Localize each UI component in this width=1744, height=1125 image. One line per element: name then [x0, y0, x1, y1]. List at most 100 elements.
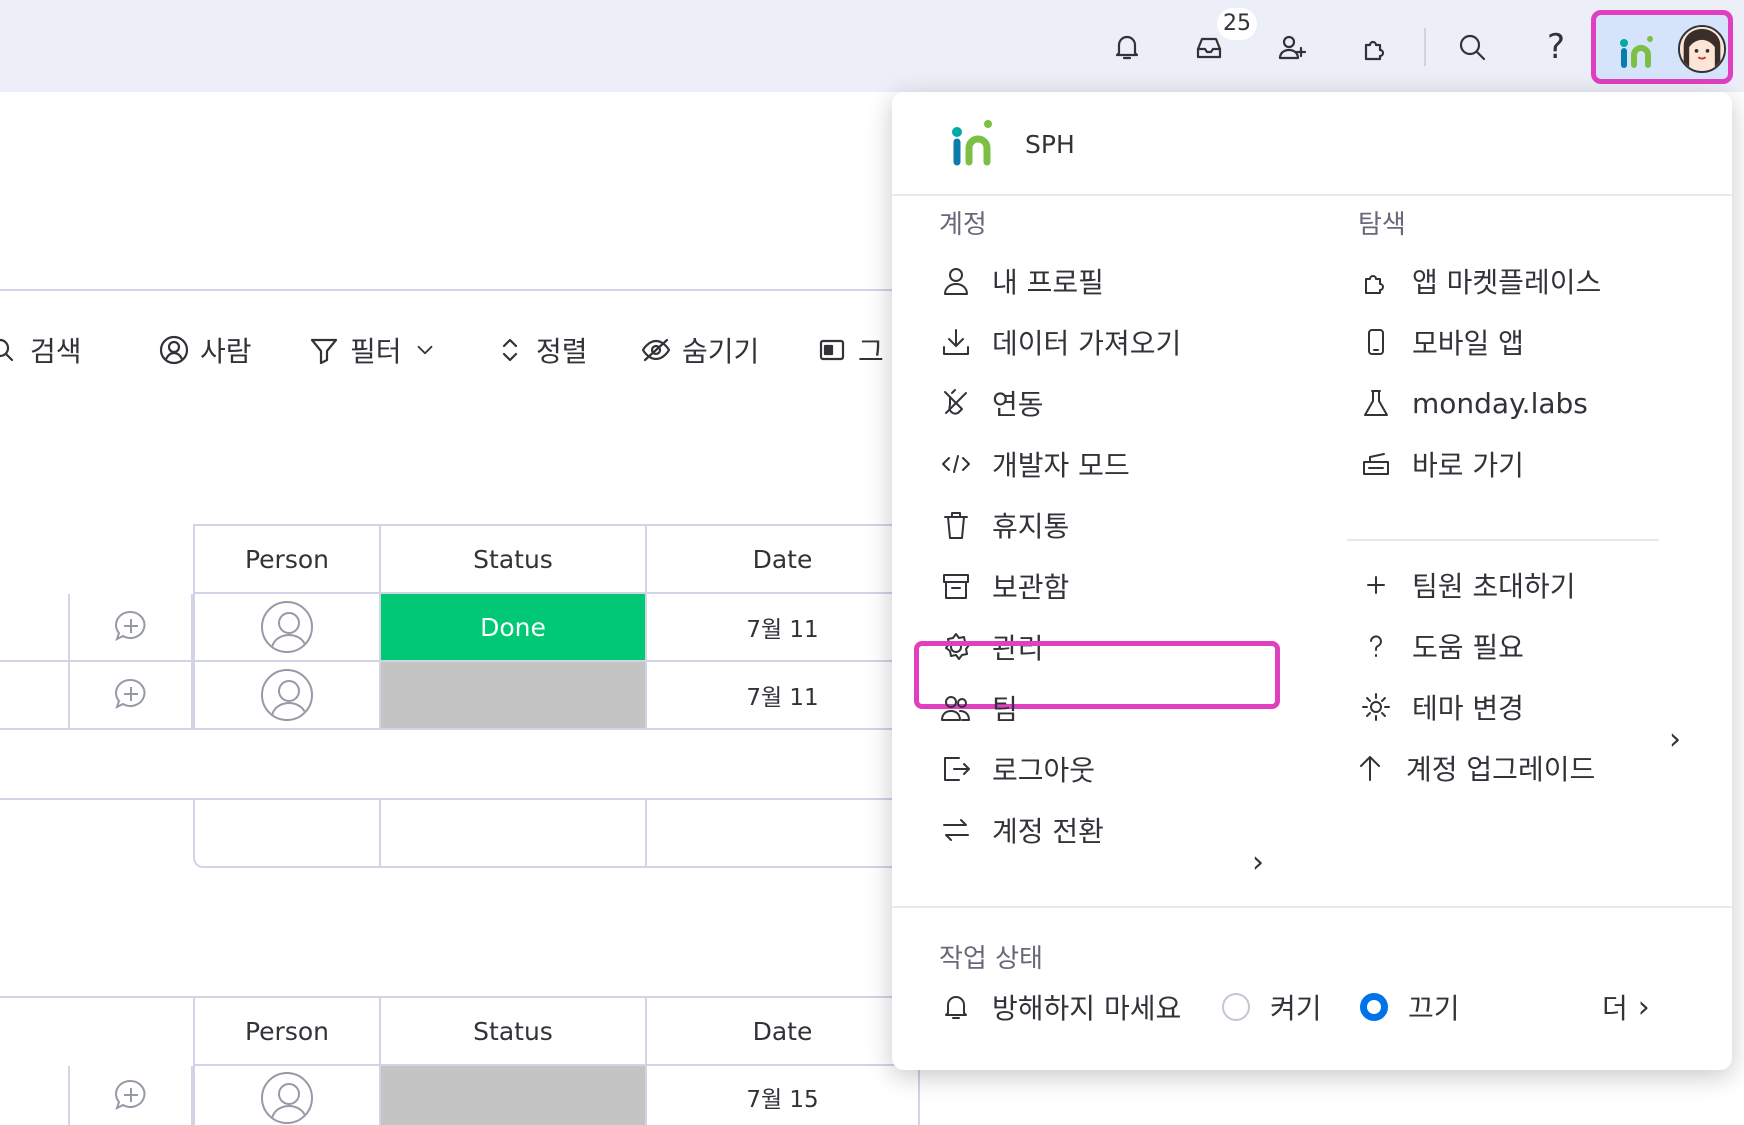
table-row-name-cell[interactable]: [0, 662, 70, 730]
menu-item-logout[interactable]: 로그아웃: [938, 744, 1095, 794]
menu-item-label: 보관함: [992, 571, 1070, 604]
switch-icon: [943, 819, 969, 841]
board-table-2: Person Status Date 7월 15: [0, 996, 920, 1125]
search-tool-label: 검색: [30, 335, 82, 368]
person-column-header[interactable]: Person: [193, 998, 381, 1066]
chevron-right-icon[interactable]: ›: [1252, 845, 1264, 880]
do-not-disturb-row: 방해하지 마세요: [938, 982, 1181, 1032]
dnd-on-label: 켜기: [1270, 992, 1322, 1025]
chevron-right-icon[interactable]: ›: [1669, 722, 1681, 757]
person-cell[interactable]: [193, 594, 381, 662]
apps-icon[interactable]: [1353, 24, 1399, 70]
more-status-button[interactable]: 더 ›: [1602, 982, 1650, 1032]
sort-tool-label: 정렬: [536, 335, 588, 368]
menu-item-trash[interactable]: 휴지통: [938, 500, 1069, 550]
account-section-title: 계정: [939, 210, 987, 240]
search-icon: [0, 338, 14, 362]
person-placeholder-icon: [261, 601, 313, 653]
date-column-header[interactable]: Date: [647, 526, 920, 594]
hide-tool[interactable]: 숨기기: [640, 325, 759, 375]
add-update-cell[interactable]: [70, 594, 193, 662]
bell-icon[interactable]: [1104, 24, 1150, 70]
person-placeholder-icon: [261, 1072, 313, 1124]
menu-item-label: 앱 마켓플레이스: [1412, 266, 1602, 299]
menu-item-my-profile[interactable]: 내 프로필: [938, 256, 1104, 306]
status-column-header[interactable]: Status: [381, 998, 647, 1066]
filter-tool-label: 필터: [350, 335, 402, 368]
radio-on[interactable]: [1222, 993, 1250, 1021]
menu-item-upgrade[interactable]: 계정 업그레이드: [1352, 743, 1595, 793]
group-tool-label: 그: [858, 335, 884, 368]
person-circle-icon: [159, 335, 189, 365]
date-cell[interactable]: 7월 11: [647, 662, 920, 730]
menu-item-label: monday.labs: [1412, 386, 1588, 420]
bell-icon: [945, 996, 967, 1019]
plus-icon: [1367, 576, 1385, 594]
person-cell[interactable]: [193, 1066, 381, 1125]
menu-item-label: 로그아웃: [992, 754, 1096, 787]
filter-tool[interactable]: 필터: [308, 325, 438, 375]
menu-item-label: 내 프로필: [992, 266, 1104, 299]
date-column-header[interactable]: Date: [647, 998, 920, 1066]
menu-item-switch-account[interactable]: 계정 전환: [938, 805, 1104, 855]
sort-tool[interactable]: 정렬: [494, 325, 588, 375]
menu-item-shortcuts[interactable]: 바로 가기: [1358, 439, 1524, 489]
code-icon: [942, 455, 970, 473]
group-by-tool[interactable]: 그: [816, 325, 884, 375]
chevron-right-icon: ›: [1637, 989, 1650, 1025]
add-update-cell[interactable]: [70, 662, 193, 730]
menu-item-teams[interactable]: 팀: [938, 683, 1018, 733]
menu-item-monday-labs[interactable]: monday.labs: [1358, 378, 1588, 428]
menu-item-help[interactable]: 도움 필요: [1358, 621, 1524, 671]
status-column-header[interactable]: Status: [381, 526, 647, 594]
search-tool[interactable]: 검색: [0, 325, 82, 375]
status-cell[interactable]: [381, 662, 647, 730]
date-cell[interactable]: 7월 15: [647, 1066, 920, 1125]
hide-tool-label: 숨기기: [682, 335, 760, 368]
menu-header: SPH: [892, 92, 1732, 196]
arrow-up-icon: [1360, 756, 1380, 781]
status-cell[interactable]: [381, 1066, 647, 1125]
menu-item-label: 테마 변경: [1412, 692, 1524, 725]
menu-item-archive[interactable]: 보관함: [938, 561, 1069, 611]
menu-item-integrations[interactable]: 연동: [938, 378, 1044, 428]
menu-item-invite-members[interactable]: 팀원 초대하기: [1358, 560, 1575, 610]
chevron-down-icon[interactable]: [412, 337, 438, 363]
person-column-header[interactable]: Person: [193, 526, 381, 594]
table-row-name-cell[interactable]: [0, 1066, 70, 1125]
trash-icon: [944, 512, 968, 539]
explore-section-title: 탐색: [1358, 210, 1406, 240]
menu-item-label: 계정 업그레이드: [1406, 753, 1596, 786]
topbar-divider: [1424, 28, 1426, 66]
dnd-on-option[interactable]: 켜기: [1222, 982, 1322, 1032]
status-cell[interactable]: Done: [381, 594, 647, 662]
team-icon: [941, 696, 970, 721]
menu-item-mobile-app[interactable]: 모바일 앱: [1358, 317, 1524, 367]
menu-item-change-theme[interactable]: 테마 변경: [1358, 682, 1524, 732]
radio-off-selected[interactable]: [1360, 993, 1388, 1021]
menu-item-developer-mode[interactable]: 개발자 모드: [938, 439, 1130, 489]
board-table-1: Person Status Date Done 7월 11 7월 11: [0, 524, 920, 868]
add-update-cell[interactable]: [70, 1066, 193, 1125]
person-filter-tool[interactable]: 사람: [158, 325, 252, 375]
dnd-off-option[interactable]: 끄기: [1360, 982, 1460, 1032]
account-menu-button[interactable]: [1591, 10, 1733, 84]
search-icon[interactable]: [1449, 24, 1495, 70]
logout-icon: [944, 757, 970, 781]
menu-item-import-data[interactable]: 데이터 가져오기: [938, 317, 1181, 367]
date-cell[interactable]: 7월 11: [647, 594, 920, 662]
plug-icon: [944, 389, 967, 415]
top-bar: 25 ?: [0, 0, 1744, 92]
add-update-icon: [114, 678, 145, 709]
invite-icon[interactable]: [1269, 24, 1315, 70]
account-name: SPH: [1025, 130, 1075, 159]
menu-item-app-marketplace[interactable]: 앱 마켓플레이스: [1358, 256, 1601, 306]
user-icon: [944, 268, 968, 295]
question-icon: [1370, 635, 1382, 657]
add-update-icon: [114, 610, 145, 641]
person-cell[interactable]: [193, 662, 381, 730]
menu-item-label: 개발자 모드: [992, 449, 1130, 482]
table-row-name-cell[interactable]: [0, 594, 70, 662]
work-status-title: 작업 상태: [939, 944, 1043, 974]
help-icon[interactable]: ?: [1533, 24, 1579, 70]
